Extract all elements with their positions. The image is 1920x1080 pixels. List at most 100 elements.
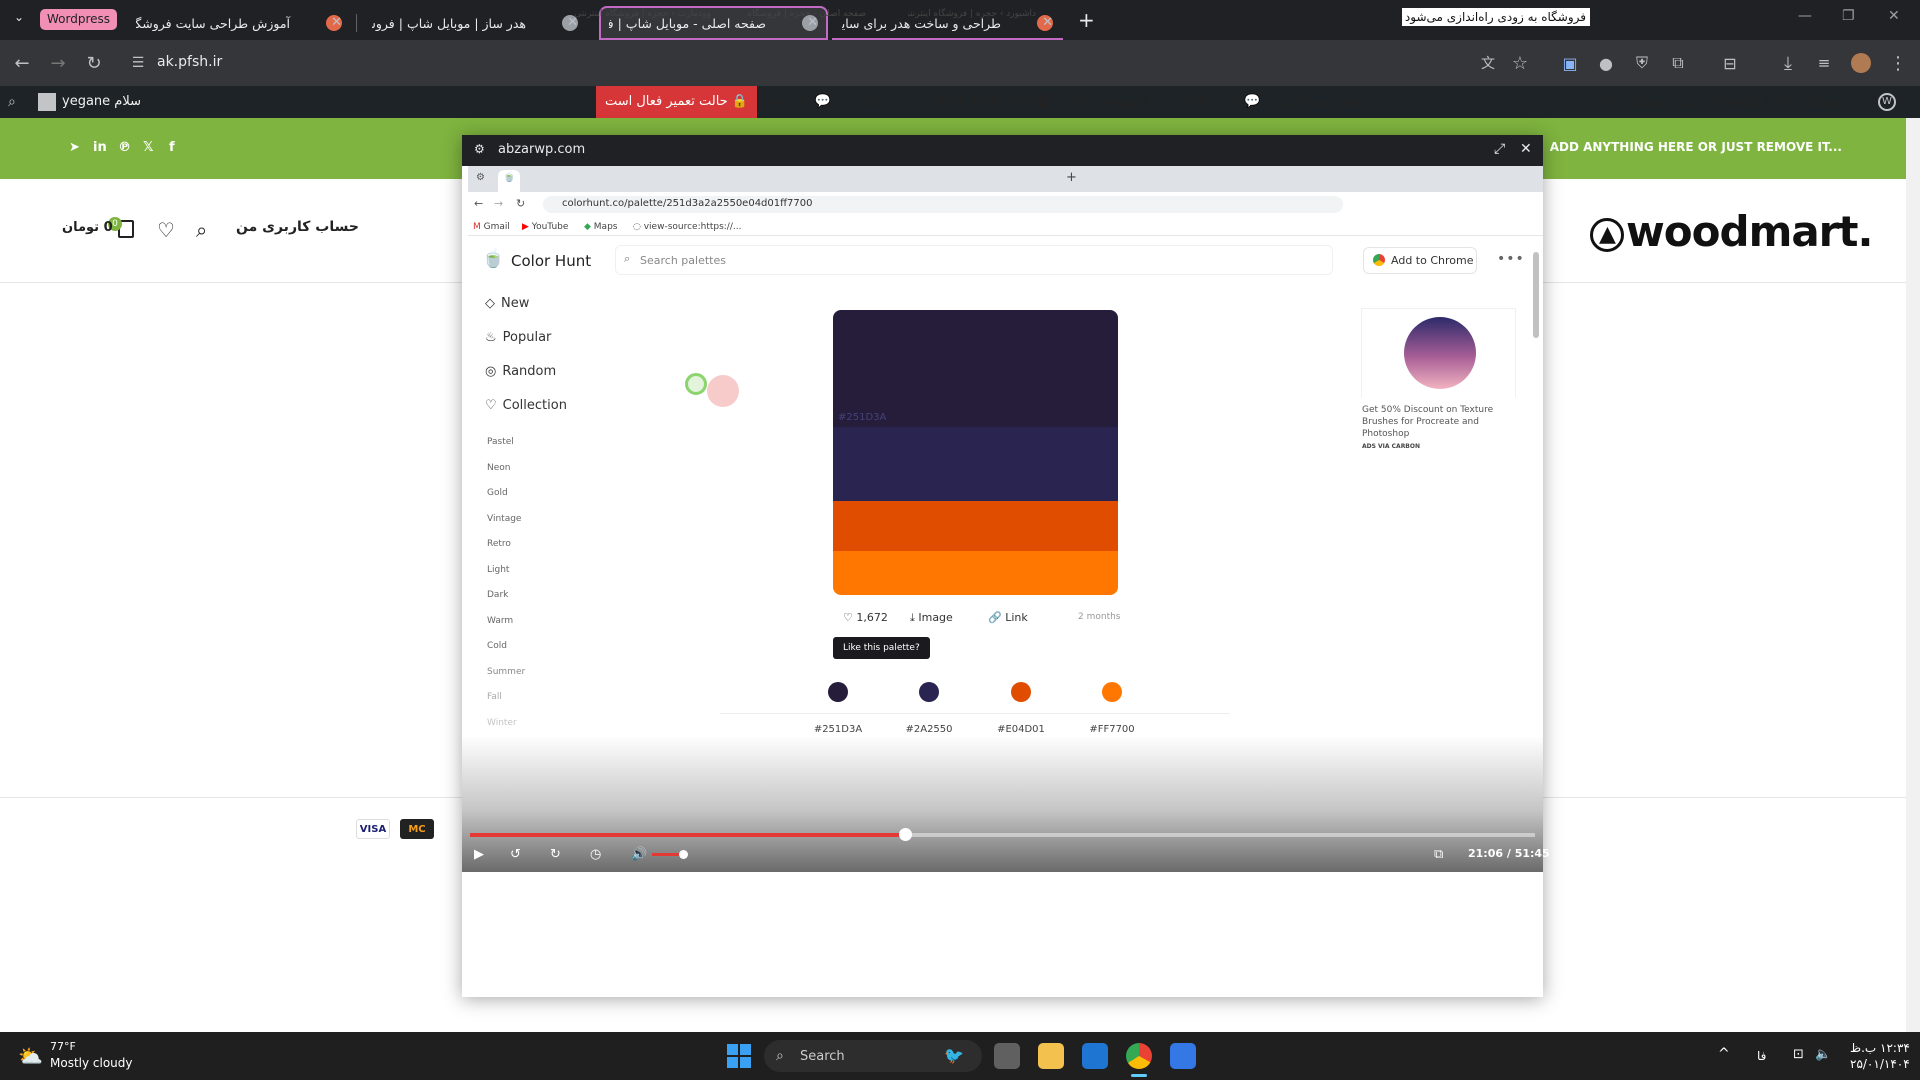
expand-icon[interactable]: ⤢ <box>1494 141 1505 157</box>
coming-soon-badge[interactable]: فروشگاه به زودی راه‌اندازی می‌شود <box>1402 8 1590 26</box>
linkedin-icon[interactable]: in <box>93 140 107 155</box>
speaker-icon[interactable]: 🔈 <box>1815 1047 1831 1062</box>
shield-icon[interactable]: ⛨ <box>1632 53 1652 73</box>
divider <box>720 713 1230 714</box>
restore-icon[interactable]: ❐ <box>1842 8 1855 24</box>
lock-icon: 🔒 <box>727 94 749 109</box>
cart-total[interactable]: 0 تومان <box>62 220 113 235</box>
back-icon[interactable]: ← <box>12 53 32 74</box>
forward-icon[interactable]: → <box>48 53 68 74</box>
address-bar-url[interactable]: ak.pfsh.ir <box>157 54 222 70</box>
tag-item: Winter <box>487 718 517 728</box>
volume-handle[interactable] <box>679 850 688 859</box>
side-panel-icon[interactable]: ▣ <box>1560 53 1580 73</box>
site-settings-icon[interactable]: ⚙ <box>474 142 485 156</box>
clock-time[interactable]: ۱۲:۳۴ ب.ظ <box>1850 1041 1910 1055</box>
facebook-icon[interactable]: f <box>169 140 175 155</box>
media-controls-icon[interactable]: ≡ <box>1814 53 1834 73</box>
wishlist-heart-icon[interactable]: ♡ <box>157 218 175 242</box>
extensions-puzzle-icon[interactable]: ⧉ <box>1668 53 1688 73</box>
plus-icon: ✚ <box>1194 94 1210 109</box>
wp-notes-item[interactable]: 💬 یادداشت <box>764 86 831 118</box>
microsoft-store-icon[interactable] <box>1170 1043 1196 1069</box>
new-tab-button[interactable]: + <box>1078 8 1095 32</box>
brush-icon: 🖌 <box>1360 94 1382 109</box>
wp-comments-item[interactable]: 0 💬 <box>1232 86 1261 118</box>
chevron-up-icon[interactable]: ^ <box>1718 1046 1730 1062</box>
rewind-10-icon[interactable]: ↺ <box>510 847 521 862</box>
windows-start-icon[interactable] <box>727 1044 751 1068</box>
inner-scrollbar-thumb <box>1533 252 1539 338</box>
bookmark-view-source: ◌ view-source:https://... <box>633 222 742 232</box>
close-window-icon[interactable]: ✕ <box>1888 8 1900 24</box>
tab-search-icon[interactable]: ⌄ <box>14 10 24 24</box>
player-title: abzarwp.com <box>498 142 586 157</box>
pinterest-icon[interactable]: ℗ <box>118 140 131 155</box>
wp-woodmart-item[interactable]: ◬ وودمارت <box>852 86 914 118</box>
wp-customize-item[interactable]: 🖌 سفارشی‌سازی <box>1280 86 1381 118</box>
new-label: تازه <box>1174 94 1195 109</box>
close-tab-icon[interactable]: ✕ <box>331 15 342 30</box>
weather-description[interactable]: Mostly cloudy <box>50 1056 133 1070</box>
my-account-link[interactable]: حساب کاربری من <box>236 219 359 235</box>
forward-10-icon[interactable]: ↻ <box>550 847 561 862</box>
seek-handle[interactable] <box>899 828 912 841</box>
search-icon[interactable]: ⌕ <box>8 94 16 110</box>
site-logo[interactable]: ▲ woodmart. <box>1590 207 1873 256</box>
site-info-icon[interactable]: ☰ <box>128 53 148 73</box>
click-indicator <box>685 373 707 395</box>
inner-settings-icon: ⚙ <box>476 172 485 183</box>
reload-icon[interactable]: ↻ <box>84 53 104 74</box>
download-icon[interactable]: ⤓ <box>1778 53 1798 74</box>
close-tab-icon[interactable]: ✕ <box>1042 15 1053 30</box>
task-view-icon[interactable] <box>994 1043 1020 1069</box>
extension-icon[interactable]: ● <box>1596 53 1616 73</box>
browser-tab[interactable]: هدر ساز | موبایل شاپ | فروشگاه ✕ <box>362 6 588 40</box>
page-scrollbar[interactable] <box>1906 118 1920 1032</box>
x-twitter-icon[interactable]: 𝕏 <box>143 140 153 155</box>
wp-greeting[interactable]: سلام yegane <box>62 86 141 118</box>
search-icon[interactable]: ⌕ <box>196 218 207 242</box>
chrome-taskbar-icon[interactable] <box>1126 1043 1152 1069</box>
visa-card-icon: VISA <box>356 819 390 839</box>
tab-group-chip[interactable]: Wordpress <box>40 9 118 30</box>
weather-cloud-icon[interactable]: ⛅ <box>18 1044 43 1068</box>
weather-temperature[interactable]: 77°F <box>50 1040 76 1053</box>
input-language[interactable]: فا <box>1757 1049 1766 1063</box>
wp-site-name[interactable]: موبایل شاپ | فروشگاه اینترنتی موبایل شاپ <box>1596 86 1838 118</box>
clock-date[interactable]: ۲۵/۰۱/۱۴۰۴ <box>1850 1057 1910 1071</box>
search-icon: ⌕ <box>624 252 631 265</box>
active-app-indicator <box>1131 1074 1147 1077</box>
nav-popular: ♨ Popular <box>485 330 552 345</box>
heart-icon: ♡ <box>843 611 857 624</box>
minimize-icon[interactable]: — <box>1798 8 1812 24</box>
palette-swatch <box>833 501 1118 551</box>
network-icon[interactable]: ⊡ <box>1793 1047 1804 1062</box>
speed-icon[interactable]: ◷ <box>590 847 601 862</box>
user-avatar[interactable] <box>38 93 56 111</box>
tab-group-icon[interactable]: ⊟ <box>1720 53 1740 73</box>
close-player-icon[interactable]: ✕ <box>1520 141 1532 157</box>
tag-item: Neon <box>487 463 511 473</box>
wordpress-logo-icon[interactable]: W <box>1878 93 1896 111</box>
gmail-icon: M <box>473 222 484 232</box>
profile-avatar[interactable] <box>1851 53 1871 73</box>
telegram-icon[interactable]: ➤ <box>69 140 80 155</box>
wp-edit-page-item[interactable]: ✎ ویرایش برگه <box>1068 86 1152 118</box>
browser-tab[interactable]: آموزش طراحی سایت فروشگاهی ✕ <box>126 6 352 40</box>
maintenance-mode-notice[interactable]: 🔒 حالت تعمیر فعال است <box>596 86 757 118</box>
palette-swatch <box>833 551 1118 595</box>
notes-label: یادداشت <box>764 94 811 109</box>
pip-toggle-icon[interactable]: ⧉ <box>1434 847 1443 862</box>
bookmark-star-icon[interactable]: ☆ <box>1510 53 1530 74</box>
play-icon[interactable]: ▶ <box>474 847 484 862</box>
file-explorer-icon[interactable] <box>1038 1043 1064 1069</box>
ad-via-carbon: ADS VIA CARBON <box>1362 443 1421 450</box>
inner-tab: داشبورد › حجره | فروشگاه اینترنتی <box>908 9 1036 19</box>
wp-new-item[interactable]: ✚ تازه <box>1174 86 1210 118</box>
translate-icon[interactable]: 文 <box>1478 53 1498 73</box>
volume-icon[interactable]: 🔊 <box>631 847 647 862</box>
menu-kebab-icon[interactable]: ⋮ <box>1888 53 1908 74</box>
outlook-icon[interactable] <box>1082 1043 1108 1069</box>
wp-rankmath-item[interactable]: Rank Math SEO ▟ <box>934 86 1048 118</box>
